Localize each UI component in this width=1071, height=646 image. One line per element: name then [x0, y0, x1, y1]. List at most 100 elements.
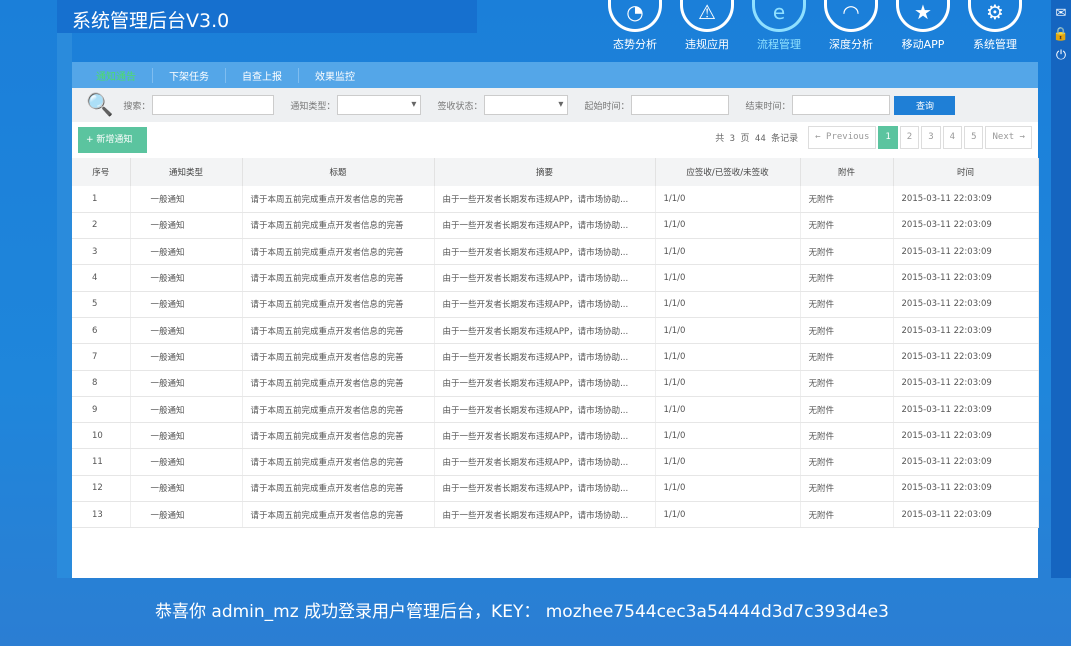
column-header: 标题 — [242, 158, 435, 186]
table-cell: 请于本周五前完成重点开发者信息的完善 — [242, 396, 435, 424]
table-cell: 由于一些开发者长期发布违规APP，请市场协助... — [434, 422, 656, 450]
ie-icon: e — [752, 0, 806, 32]
page-button[interactable]: 5 — [964, 126, 984, 149]
tab-2[interactable]: 自查上报 — [226, 67, 299, 83]
power-icon[interactable]: ⏻ — [1051, 48, 1071, 63]
app-title: 系统管理后台V3.0 — [72, 10, 230, 32]
nav-item-2[interactable]: e 流程管理 — [743, 0, 815, 52]
table-row[interactable]: 6 一般通知 请于本周五前完成重点开发者信息的完善 由于一些开发者长期发布违规APP，… — [72, 317, 1039, 345]
tab-3[interactable]: 效果监控 — [299, 68, 371, 83]
table-cell: 3 — [72, 238, 131, 266]
table-cell: 请于本周五前完成重点开发者信息的完善 — [242, 317, 435, 345]
status-select[interactable] — [484, 95, 569, 115]
tab-0[interactable]: 通知通告 — [80, 67, 153, 83]
table-cell: 无附件 — [800, 422, 894, 450]
table-cell: 请于本周五前完成重点开发者信息的完善 — [242, 291, 435, 318]
table-row[interactable]: 3 一般通知 请于本周五前完成重点开发者信息的完善 由于一些开发者长期发布违规APP，… — [72, 238, 1039, 266]
table-cell: 请于本周五前完成重点开发者信息的完善 — [242, 186, 435, 213]
table-cell: 由于一些开发者长期发布违规APP，请市场协助... — [434, 370, 656, 397]
table-cell: 2015-03-11 22:03:09 — [893, 238, 1039, 266]
content-panel: 通知通告下架任务自查上报效果监控 🔍 搜索： 通知类型： 签收状态： 起始时间：… — [72, 62, 1039, 578]
page-button[interactable]: 3 — [921, 126, 941, 149]
table-cell: 一般通知 — [130, 186, 243, 213]
left-strip — [57, 33, 72, 578]
column-header: 时间 — [893, 158, 1039, 186]
table-cell: 请于本周五前完成重点开发者信息的完善 — [242, 264, 435, 292]
table-cell: 1/1/0 — [655, 475, 801, 503]
nav-item-4[interactable]: ★ 移动APP — [887, 0, 959, 52]
table-cell: 一般通知 — [130, 501, 243, 529]
query-button[interactable]: 查询 — [894, 95, 956, 115]
table-cell: 无附件 — [800, 370, 894, 397]
end-time-label: 结束时间： — [745, 101, 791, 112]
table-cell: 6 — [72, 317, 131, 345]
nav-item-5[interactable]: ⚙ 系统管理 — [959, 0, 1031, 52]
nav-label: 违规应用 — [685, 38, 729, 51]
table-cell: 一般通知 — [130, 317, 243, 345]
table-cell: 2015-03-11 22:03:09 — [893, 212, 1039, 240]
table-row[interactable]: 7 一般通知 请于本周五前完成重点开发者信息的完善 由于一些开发者长期发布违规APP，… — [72, 343, 1039, 371]
start-time-input[interactable] — [631, 95, 730, 115]
table-row[interactable]: 13 一般通知 请于本周五前完成重点开发者信息的完善 由于一些开发者长期发布违规APP… — [72, 501, 1039, 529]
table-cell: 由于一些开发者长期发布违规APP，请市场协助... — [434, 186, 656, 213]
search-icon: 🔍 — [86, 92, 114, 118]
pie-chart-icon: ◔ — [608, 0, 662, 32]
table-cell: 一般通知 — [130, 264, 243, 292]
table-cell: 请于本周五前完成重点开发者信息的完善 — [242, 448, 435, 476]
table-cell: 无附件 — [800, 238, 894, 266]
table-cell: 1/1/0 — [655, 343, 801, 371]
table-cell: 5 — [72, 291, 131, 318]
table-cell: 一般通知 — [130, 396, 243, 424]
next-button[interactable]: Next → — [985, 126, 1032, 149]
nav-item-0[interactable]: ◔ 态势分析 — [599, 0, 671, 52]
table-cell: 1 — [72, 186, 131, 213]
table-cell: 无附件 — [800, 501, 894, 529]
table-cell: 一般通知 — [130, 238, 243, 266]
mail-icon[interactable]: ✉ — [1051, 6, 1071, 21]
table-cell: 1/1/0 — [655, 238, 801, 266]
table-cell: 一般通知 — [130, 343, 243, 371]
column-header: 附件 — [800, 158, 894, 186]
prev-button[interactable]: ← Previous — [808, 126, 877, 149]
table-row[interactable]: 1 一般通知 请于本周五前完成重点开发者信息的完善 由于一些开发者长期发布违规APP，… — [72, 186, 1039, 213]
login-message: 恭喜你 admin_mz 成功登录用户管理后台，KEY： mozhee7544c… — [155, 602, 889, 622]
table-cell: 请于本周五前完成重点开发者信息的完善 — [242, 343, 435, 371]
page-button[interactable]: 1 — [878, 126, 898, 149]
sub-tabs: 通知通告 下架任务 自查上报 效果监控 — [72, 62, 1038, 88]
page-button[interactable]: 2 — [899, 126, 920, 149]
page-button[interactable]: 4 — [942, 126, 963, 149]
table-cell: 2015-03-11 22:03:09 — [893, 291, 1039, 318]
type-select[interactable] — [337, 95, 422, 115]
table-row[interactable]: 9 一般通知 请于本周五前完成重点开发者信息的完善 由于一些开发者长期发布违规APP，… — [72, 396, 1039, 424]
table-row[interactable]: 10 一般通知 请于本周五前完成重点开发者信息的完善 由于一些开发者长期发布违规APP… — [72, 422, 1039, 450]
nav-item-1[interactable]: ⚠ 违规应用 — [671, 0, 743, 52]
add-notice-button[interactable]: + 新增通知 — [78, 127, 147, 153]
table-cell: 一般通知 — [130, 475, 243, 503]
table-cell: 2015-03-11 22:03:09 — [893, 396, 1039, 424]
table-cell: 由于一些开发者长期发布违规APP，请市场协助... — [434, 212, 656, 240]
table-cell: 13 — [72, 501, 131, 529]
column-header: 序号 — [72, 158, 131, 186]
table-row[interactable]: 5 一般通知 请于本周五前完成重点开发者信息的完善 由于一些开发者长期发布违规APP，… — [72, 291, 1039, 318]
lock-icon[interactable]: 🔒 — [1051, 27, 1071, 42]
table-cell: 1/1/0 — [655, 422, 801, 450]
column-header: 应签收/已签收/未签收 — [655, 158, 801, 186]
nav-item-3[interactable]: ◠ 深度分析 — [815, 0, 887, 52]
table-row[interactable]: 4 一般通知 请于本周五前完成重点开发者信息的完善 由于一些开发者长期发布违规APP，… — [72, 264, 1039, 292]
table-cell: 一般通知 — [130, 422, 243, 450]
end-time-input[interactable] — [792, 95, 891, 115]
nav-label: 流程管理 — [757, 38, 801, 51]
table-row[interactable]: 2 一般通知 请于本周五前完成重点开发者信息的完善 由于一些开发者长期发布违规APP，… — [72, 212, 1039, 240]
table-row[interactable]: 12 一般通知 请于本周五前完成重点开发者信息的完善 由于一些开发者长期发布违规APP… — [72, 475, 1039, 503]
search-bar: 🔍 搜索： 通知类型： 签收状态： 起始时间： 结束时间： 查询 — [72, 88, 1038, 122]
table-cell: 1/1/0 — [655, 396, 801, 424]
table-cell: 1/1/0 — [655, 264, 801, 292]
table-cell: 无附件 — [800, 317, 894, 345]
tab-1[interactable]: 下架任务 — [153, 67, 226, 83]
table-cell: 2015-03-11 22:03:09 — [893, 264, 1039, 292]
search-input[interactable] — [152, 95, 275, 115]
table-row[interactable]: 11 一般通知 请于本周五前完成重点开发者信息的完善 由于一些开发者长期发布违规APP… — [72, 448, 1039, 476]
table-row[interactable]: 8 一般通知 请于本周五前完成重点开发者信息的完善 由于一些开发者长期发布违规APP，… — [72, 370, 1039, 397]
location-star-icon: ★ — [896, 0, 950, 32]
table-cell: 11 — [72, 448, 131, 476]
